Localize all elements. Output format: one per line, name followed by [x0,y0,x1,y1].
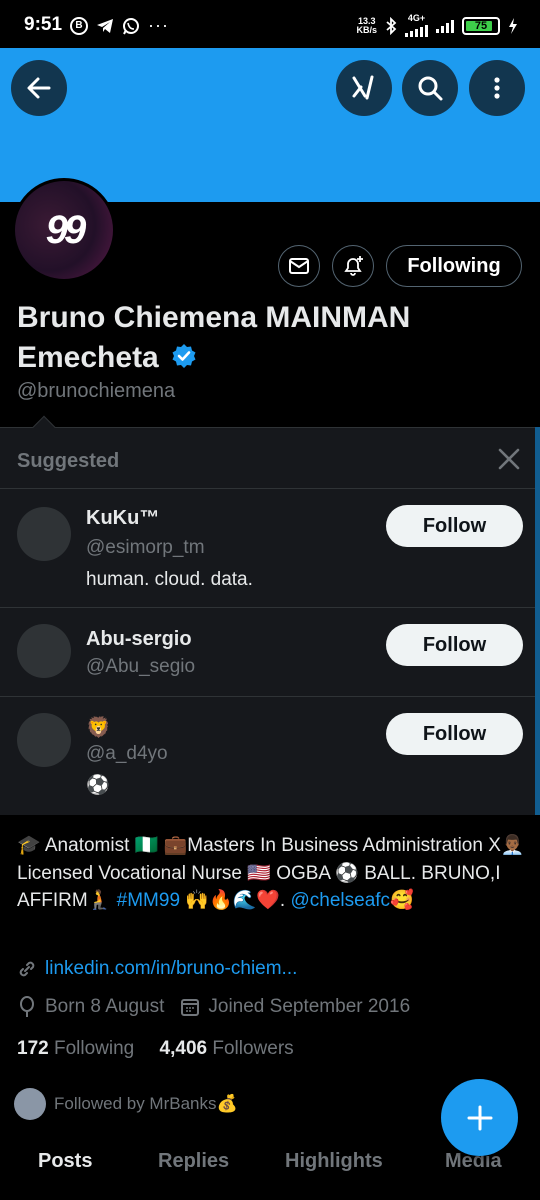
followers-count: 4,406 [159,1038,208,1059]
suggested-handle: @a_d4yo [86,743,168,764]
bio-text: 🙌🔥🌊❤️. [180,890,291,911]
back-button[interactable] [11,60,67,116]
follow-button[interactable]: Follow [386,713,523,755]
status-time: 9:51 [24,14,63,35]
status-right: 13.3 KB/s 4G+ 75 [356,14,518,37]
network-speed: 13.3 KB/s [356,16,377,35]
mail-icon [289,258,309,274]
profile-avatar[interactable]: 99 [12,178,116,282]
tab-posts[interactable]: Posts [38,1150,92,1173]
bluetooth-icon [386,16,397,35]
mobile-signal-4g: 4G+ [405,14,428,37]
plus-icon [467,1105,492,1130]
following-count: 172 [17,1038,49,1059]
grok-icon [352,75,374,100]
suggested-handle: @esimorp_tm [86,537,205,558]
bio-hashtag-link[interactable]: #MM99 [117,890,180,911]
suggested-handle: @Abu_segio [86,656,196,677]
following-label: Following [53,1038,135,1059]
tab-replies[interactable]: Replies [158,1150,229,1173]
calendar-icon [181,999,200,1016]
suggested-name: 🦁 [86,717,111,739]
following-stat[interactable]: 172 Following [17,1038,134,1059]
display-name: Bruno Chiemena MAINMAN Emecheta [17,298,477,378]
suggested-bio: ⚽ [86,775,110,796]
bio-mention-link[interactable]: @chelseafc [290,890,390,911]
tab-highlights[interactable]: Highlights [285,1150,383,1173]
suggested-panel: Suggested KuKu™ @esimorp_tm human. cloud… [0,427,535,815]
profile-link[interactable]: linkedin.com/in/bruno-chiem... [45,958,297,980]
follow-button[interactable]: Follow [386,505,523,547]
following-button[interactable]: Following [386,245,522,287]
followers-label: Followers [212,1038,294,1059]
follow-stats: 172 Following 4,406 Followers [17,1038,294,1060]
profile-bio: 🎓 Anatomist 🇳🇬 💼Masters In Business Admi… [17,832,527,915]
battery-icon: 75 [462,16,500,35]
display-name-text: Bruno Chiemena MAINMAN Emecheta [17,301,411,374]
avatar-logo-text: 99 [45,207,86,252]
notification-icons: B ··· [70,15,169,36]
followed-by-row[interactable]: Followed by MrBanks💰 [14,1088,238,1120]
profile-dates-row: Born 8 August Joined September 2016 [17,996,410,1018]
followed-by-text: Followed by MrBanks💰 [54,1094,238,1113]
whatsapp-icon [123,17,139,34]
suggested-item[interactable]: KuKu™ @esimorp_tm human. cloud. data. Fo… [0,488,535,608]
more-notifications-icon: ··· [148,15,169,35]
charging-icon [509,17,517,34]
suggested-name: KuKu™ [86,507,160,529]
followers-stat[interactable]: 4,406 Followers [160,1038,294,1059]
speed-unit: KB/s [356,24,377,35]
suggested-item[interactable]: Abu-sergio @Abu_segio Follow [0,607,535,697]
status-bar: 9:51 B ··· 13.3 KB/s 4G+ 75 [0,0,540,48]
more-options-button[interactable] [469,60,525,116]
close-icon[interactable] [496,446,522,472]
notify-button[interactable] [332,245,374,287]
network-type: 4G+ [407,13,426,23]
joined-text: Joined September 2016 [208,996,411,1017]
search-icon [418,76,443,101]
suggested-title: Suggested [17,450,120,472]
follow-button[interactable]: Follow [386,624,523,666]
search-button[interactable] [402,60,458,116]
telegram-icon [97,18,113,33]
bio-text: 🥰 [390,890,414,911]
suggested-item[interactable]: 🦁 @a_d4yo ⚽ Follow [0,696,535,816]
verified-badge-icon[interactable] [171,343,197,369]
suggested-avatar[interactable] [17,624,71,678]
suggested-avatar[interactable] [17,507,71,561]
balloon-icon [20,996,34,1017]
link-icon [19,961,35,977]
suggested-name: Abu-sergio [86,628,192,650]
suggested-scrollbar[interactable] [535,427,540,815]
more-vertical-icon [494,77,500,99]
follower-avatar [14,1088,46,1120]
message-button[interactable] [278,245,320,287]
profile-link-row[interactable]: linkedin.com/in/bruno-chiem... [17,958,297,980]
compose-button[interactable] [441,1079,518,1156]
signal-bars-icon [405,23,428,37]
battery-level: 75 [474,19,488,32]
arrow-left-icon [27,77,51,99]
b-notification-icon: B [70,16,88,35]
profile-banner [0,48,540,202]
bell-plus-icon [344,256,363,276]
profile-handle: @brunochiemena [17,380,176,402]
suggested-bio: human. cloud. data. [86,569,253,590]
birthday-text: Born 8 August [45,996,165,1017]
signal-bars-2-icon [436,19,454,33]
suggested-avatar[interactable] [17,713,71,767]
grok-button[interactable] [336,60,392,116]
